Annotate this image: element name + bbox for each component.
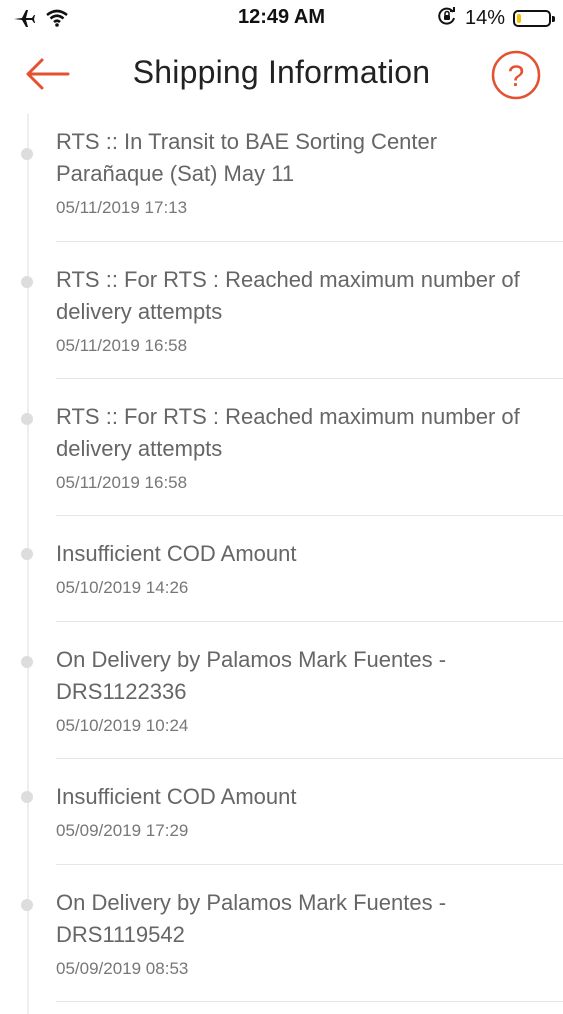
svg-text:?: ? [508,60,525,93]
event-timestamp: 05/11/2019 16:58 [56,473,188,492]
timeline-dot [21,791,33,803]
timeline-event: RTS :: In Transit to BAE Sorting Center … [21,114,563,242]
battery-level [517,14,521,23]
page-title: Shipping Information [132,54,431,90]
timeline-dot [21,548,33,560]
event-description: RTS :: For RTS : Reached maximum number … [56,267,520,324]
nav-bar: Shipping Information ? [0,36,563,114]
timeline-event: On Delivery by Palamos Mark Fuentes - DR… [21,865,563,1002]
timeline-event: RTS :: For RTS : Reached maximum number … [21,379,563,516]
event-description: RTS :: For RTS : Reached maximum number … [56,404,520,461]
timeline-dot [21,276,33,288]
event-description: On Delivery by Palamos Mark Fuentes - DR… [56,647,447,704]
status-bar: 12:49 AM 14% [0,0,563,36]
battery-icon [513,10,555,27]
event-timestamp: 05/11/2019 16:58 [56,336,188,355]
timeline-dot [21,899,33,911]
timeline-dot [21,413,33,425]
timeline-event: Insufficient COD Amount 05/10/2019 14:26 [21,516,563,622]
timeline-dot [21,148,33,160]
event-description: Insufficient COD Amount [56,784,297,809]
event-timestamp: 05/10/2019 14:26 [56,578,189,597]
question-circle-icon: ? [491,50,541,100]
battery-percent: 14% [464,7,505,29]
event-timestamp: 05/09/2019 08:53 [56,959,189,978]
event-description: On Delivery by Palamos Mark Fuentes - DR… [56,890,447,947]
timeline-dot [21,656,33,668]
timeline-event: RTS :: For RTS : Reached maximum number … [21,242,563,379]
event-description: RTS :: In Transit to BAE Sorting Center … [56,129,438,186]
timeline-line [27,114,29,1014]
shipping-timeline: RTS :: In Transit to BAE Sorting Center … [0,114,563,1014]
timeline-event: Insufficient COD Amount 05/09/2019 17:29 [21,759,563,865]
event-timestamp: 05/11/2019 17:13 [56,198,188,217]
event-timestamp: 05/09/2019 17:29 [56,821,189,840]
event-description: Insufficient COD Amount [56,541,297,566]
rotation-lock-icon [437,6,457,31]
event-timestamp: 05/10/2019 10:24 [56,716,189,735]
help-button[interactable]: ? [491,50,541,100]
timeline-event: On Delivery by Palamos Mark Fuentes - DR… [21,622,563,759]
